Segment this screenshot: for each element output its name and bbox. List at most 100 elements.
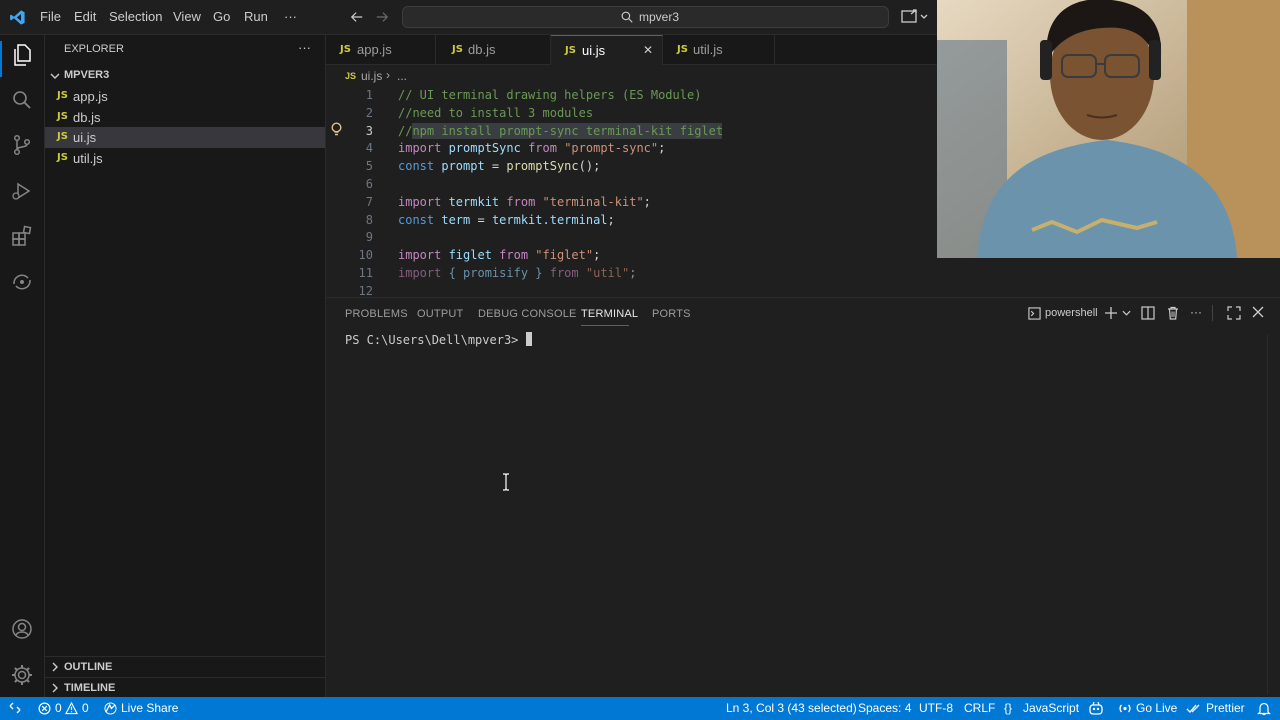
active-indicator	[0, 41, 2, 77]
extensions-icon[interactable]	[10, 224, 34, 248]
remote-indicator[interactable]	[0, 697, 30, 720]
tab-util-js[interactable]: JS util.js	[663, 35, 775, 65]
close-tab-icon[interactable]: ✕	[643, 43, 653, 57]
go-live-button[interactable]: Go Live	[1136, 701, 1177, 715]
identifier: prompt	[434, 159, 492, 173]
menu-run[interactable]: Run	[244, 9, 268, 24]
warning-icon	[65, 702, 78, 715]
new-terminal-plus-icon[interactable]	[1104, 306, 1118, 320]
chevron-down-icon[interactable]	[1122, 309, 1131, 317]
accounts-icon[interactable]	[10, 617, 34, 641]
active-tab-underline	[581, 325, 629, 326]
panel-tab-debug-console[interactable]: DEBUG CONSOLE	[478, 308, 577, 320]
terminal-output[interactable]: PS C:\Users\Dell\mpver3>	[345, 332, 532, 348]
vscode-logo-icon[interactable]	[9, 9, 26, 26]
keyword: from	[506, 195, 536, 209]
outline-section[interactable]: OUTLINE	[45, 656, 325, 677]
line-number: 12	[358, 284, 373, 297]
terminal-shell-name[interactable]: powershell	[1045, 307, 1098, 319]
source-control-icon[interactable]	[10, 133, 34, 157]
remote-explorer-icon[interactable]	[10, 270, 34, 294]
error-count[interactable]: 0	[55, 701, 62, 715]
run-debug-icon[interactable]	[10, 179, 34, 203]
encoding[interactable]: UTF-8	[919, 701, 953, 715]
panel-tab-problems[interactable]: PROBLEMS	[345, 308, 408, 320]
identifier: termkit.terminal	[491, 213, 608, 227]
code-editor[interactable]: JS ui.js › ... 1 2 3 4 5 6 7 8 9 10 11 1…	[326, 65, 937, 297]
indentation[interactable]: Spaces: 4	[858, 701, 911, 715]
file-item[interactable]: JS app.js	[45, 86, 325, 107]
editor-tabs: JS app.js JS db.js JS ui.js ✕ JS util.js	[326, 35, 937, 66]
panel-tab-terminal[interactable]: TERMINAL	[581, 308, 638, 320]
folder-header[interactable]: MPVER3	[45, 66, 325, 86]
scrollbar-track[interactable]	[1267, 334, 1268, 694]
tab-app-js[interactable]: JS app.js	[326, 35, 436, 65]
code-line-2: //need to install 3 modules	[398, 106, 594, 120]
tab-label: util.js	[693, 42, 723, 57]
menu-go[interactable]: Go	[213, 9, 230, 24]
keyword: import	[398, 266, 442, 280]
breadcrumb-more[interactable]: ...	[397, 69, 407, 83]
string: "util"	[578, 266, 630, 280]
file-name: util.js	[73, 151, 103, 166]
double-check-icon	[1186, 704, 1200, 713]
breadcrumb-file[interactable]: ui.js	[361, 69, 382, 83]
panel-tab-output[interactable]: OUTPUT	[417, 308, 463, 320]
split-terminal-icon[interactable]	[1141, 306, 1155, 320]
trash-icon[interactable]	[1166, 306, 1180, 320]
lightbulb-icon[interactable]	[330, 122, 343, 137]
more-actions-icon[interactable]: ···	[1190, 305, 1202, 319]
tab-ui-js-active[interactable]: JS ui.js ✕	[551, 35, 663, 66]
webcam-person-image	[937, 0, 1280, 258]
warning-count[interactable]: 0	[82, 701, 89, 715]
file-item[interactable]: JS db.js	[45, 107, 325, 128]
divider	[1212, 305, 1213, 321]
timeline-section[interactable]: TIMELINE	[45, 677, 325, 698]
close-panel-icon[interactable]	[1252, 306, 1264, 318]
language-mode[interactable]: JavaScript	[1023, 701, 1079, 715]
customize-layout-icon[interactable]	[901, 9, 929, 25]
text-cursor-icon	[503, 473, 509, 491]
tab-label: ui.js	[582, 43, 606, 58]
outline-title: OUTLINE	[64, 661, 113, 673]
file-item[interactable]: JS util.js	[45, 148, 325, 169]
code-line-3: //npm install prompt-sync terminal-kit f…	[398, 124, 724, 138]
folder-name: MPVER3	[64, 69, 110, 81]
menu-more[interactable]: ···	[284, 9, 297, 24]
menu-file[interactable]: File	[40, 9, 61, 24]
explorer-more-icon[interactable]: ···	[298, 40, 311, 55]
chevron-right-icon	[52, 662, 58, 672]
keyword: const	[398, 159, 435, 173]
settings-gear-icon[interactable]	[10, 663, 34, 687]
menu-edit[interactable]: Edit	[74, 9, 96, 24]
line-ending[interactable]: CRLF	[964, 701, 995, 715]
copilot-icon[interactable]	[1088, 701, 1104, 716]
status-bar: 0 0 Live Share Ln 3, Col 3 (43 selected)…	[0, 697, 1280, 720]
maximize-panel-icon[interactable]	[1227, 306, 1241, 320]
file-item-selected[interactable]: JS ui.js	[45, 127, 325, 148]
search-view-icon[interactable]	[10, 88, 34, 112]
forward-arrow-icon[interactable]	[375, 10, 389, 24]
back-arrow-icon[interactable]	[350, 10, 364, 24]
bottom-panel: PROBLEMS OUTPUT DEBUG CONSOLE TERMINAL P…	[326, 297, 1280, 697]
js-file-icon: JS	[57, 90, 68, 101]
menu-selection[interactable]: Selection	[109, 9, 162, 24]
tab-db-js[interactable]: JS db.js	[436, 35, 551, 65]
activity-bar	[0, 35, 45, 697]
notification-bell-icon[interactable]	[1257, 701, 1271, 716]
cursor-position[interactable]: Ln 3, Col 3 (43 selected)	[726, 701, 857, 715]
explorer-files-icon[interactable]	[10, 43, 34, 67]
command-center-search[interactable]: mpver3	[402, 6, 889, 28]
terminal-prompt: PS C:\Users\Dell\mpver3>	[345, 333, 526, 347]
line-number: 4	[365, 141, 373, 155]
braces-icon: {}	[1004, 701, 1013, 715]
keyword: from	[549, 266, 579, 280]
line-number: 7	[365, 195, 373, 209]
line-number: 11	[358, 266, 373, 280]
tab-label: app.js	[357, 42, 392, 57]
menu-view[interactable]: View	[173, 9, 201, 24]
prettier-button[interactable]: Prettier	[1206, 701, 1245, 715]
panel-tab-ports[interactable]: PORTS	[652, 308, 691, 320]
punctuation: ;	[643, 195, 651, 209]
live-share-button[interactable]: Live Share	[121, 701, 178, 715]
